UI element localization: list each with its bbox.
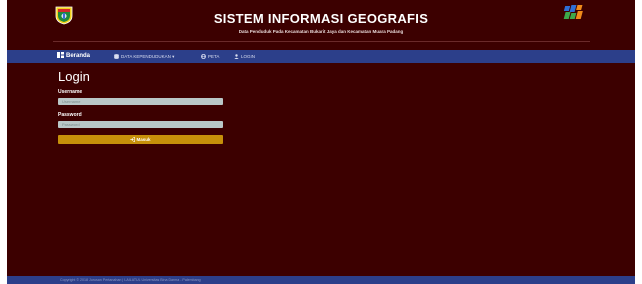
main-navbar: Beranda DATA KEPENDUDUKAN ▾ PETA LOGIN bbox=[7, 50, 635, 63]
database-icon bbox=[114, 54, 119, 60]
password-input[interactable] bbox=[58, 121, 223, 128]
nav-item-label: DATA KEPENDUDUKAN ▾ bbox=[121, 54, 175, 59]
login-panel: Login Username Password Masuk bbox=[7, 63, 635, 276]
nav-item-label: LOGIN bbox=[241, 54, 256, 59]
nav-item-label: Beranda bbox=[66, 53, 91, 59]
site-header: SISTEM INFORMASI GEOGRAFIS Data Penduduk… bbox=[7, 0, 635, 50]
login-button[interactable]: Masuk bbox=[58, 135, 223, 144]
header-divider bbox=[53, 41, 590, 42]
page-frame: SISTEM INFORMASI GEOGRAFIS Data Penduduk… bbox=[7, 0, 635, 284]
globe-icon bbox=[201, 54, 206, 60]
dashboard-icon bbox=[57, 52, 64, 59]
footer-copyright: Copyright © 2018 Jurusan Pertanahan | LA… bbox=[60, 278, 201, 282]
password-label: Password bbox=[58, 112, 82, 118]
username-label: Username bbox=[58, 89, 83, 95]
username-input[interactable] bbox=[58, 98, 223, 105]
nav-item-data-kependudukan[interactable]: DATA KEPENDUDUKAN ▾ bbox=[114, 50, 174, 63]
nav-item-beranda[interactable]: Beranda bbox=[57, 50, 90, 63]
site-title: SISTEM INFORMASI GEOGRAFIS bbox=[213, 11, 429, 26]
page-title: Login bbox=[58, 69, 90, 84]
nav-item-peta[interactable]: PETA bbox=[201, 50, 219, 63]
bps-logo bbox=[563, 5, 583, 19]
sign-in-icon bbox=[130, 137, 136, 143]
nav-item-login[interactable]: LOGIN bbox=[234, 50, 255, 63]
site-subtitle: Data Penduduk Pada Kecamatan Bukarit Jay… bbox=[238, 29, 404, 34]
login-button-label: Masuk bbox=[136, 137, 151, 142]
user-icon bbox=[234, 54, 239, 60]
site-footer: Copyright © 2018 Jurusan Pertanahan | LA… bbox=[7, 276, 635, 284]
nav-item-label: PETA bbox=[208, 54, 220, 59]
